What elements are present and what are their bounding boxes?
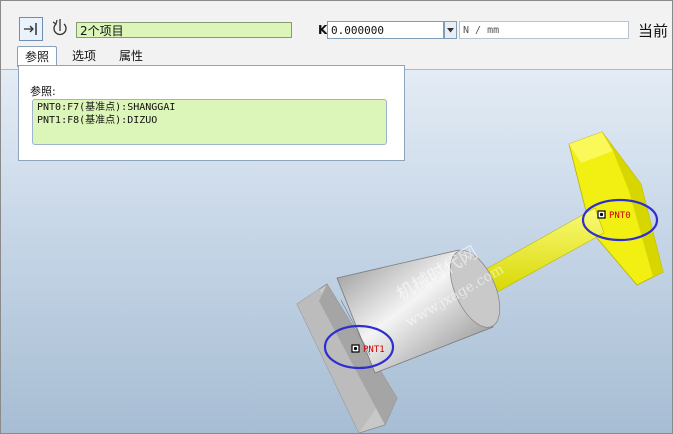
dashboard-title: 当前	[638, 22, 669, 40]
app-window: 2个项目 K 0.000000 N / mm 当前 参照 选项 属性 PNT0 …	[0, 0, 673, 434]
unit-field[interactable]: N / mm	[459, 21, 629, 39]
references-label: 参照:	[30, 85, 56, 98]
pnt1-label: PNT1	[363, 345, 385, 355]
references-panel: 参照: PNT0:F7(基准点):SHANGGAI PNT1:F8(基准点):D…	[18, 65, 405, 161]
references-collector[interactable]: 2个项目	[76, 22, 292, 38]
spring-type-button[interactable]	[19, 17, 43, 41]
references-list[interactable]: PNT0:F7(基准点):SHANGGAI PNT1:F8(基准点):DIZUO	[32, 99, 387, 145]
datum-point-pnt0[interactable]	[597, 210, 606, 219]
list-item[interactable]: PNT1:F8(基准点):DIZUO	[37, 114, 386, 127]
datum-point-pnt1[interactable]	[351, 344, 360, 353]
dashboard: 2个项目 K 0.000000 N / mm 当前 参照 选项 属性	[1, 1, 672, 69]
chevron-down-icon	[447, 28, 454, 33]
list-item[interactable]: PNT0:F7(基准点):SHANGGAI	[37, 101, 386, 114]
value-dropdown-button[interactable]	[444, 21, 457, 39]
stiffness-k-icon: K	[318, 23, 328, 37]
tab-references[interactable]: 参照	[17, 46, 57, 67]
arrow-to-line-icon	[24, 23, 37, 35]
tab-properties[interactable]: 属性	[115, 46, 147, 66]
pnt0-label: PNT0	[609, 211, 631, 221]
flip-direction-icon[interactable]	[51, 18, 69, 38]
stiffness-value-input[interactable]: 0.000000	[327, 21, 444, 39]
piston-rod[interactable]	[478, 207, 605, 296]
tab-options[interactable]: 选项	[69, 46, 99, 66]
